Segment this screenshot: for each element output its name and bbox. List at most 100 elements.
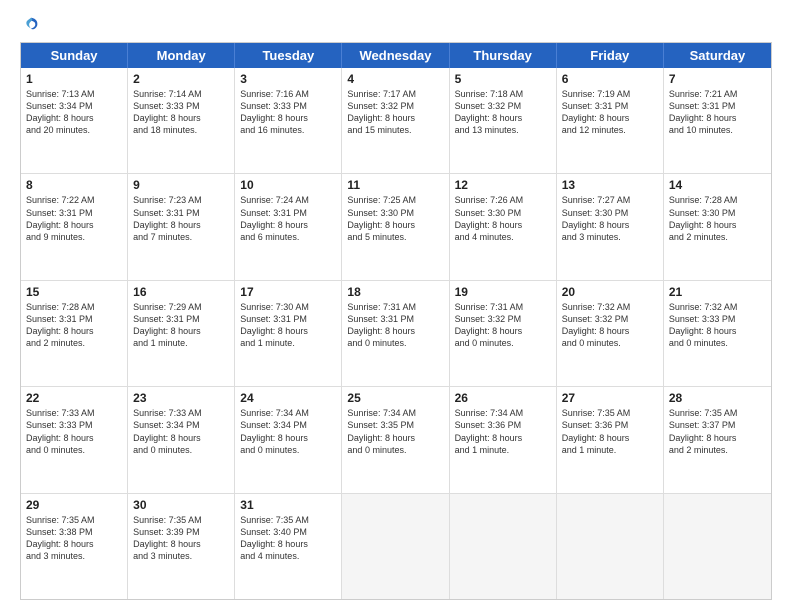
day-number: 10 [240,178,336,192]
calendar-cell: 26 Sunrise: 7:34 AMSunset: 3:36 PMDayligh… [450,387,557,492]
calendar-cell: 18 Sunrise: 7:31 AMSunset: 3:31 PMDayligh… [342,281,449,386]
calendar-cell: 16Sunrise: 7:29 AMSunset: 3:31 PMDayligh… [128,281,235,386]
logo-bird-icon [22,16,40,34]
day-number: 31 [240,498,336,512]
cell-line: Daylight: 8 hours [347,219,443,231]
header-day: Saturday [664,43,771,68]
calendar-cell [342,494,449,599]
cell-line: Sunrise: 7:14 AM [133,88,229,100]
cell-line: Sunrise: 7:31 AM [455,301,551,313]
day-number: 26 [455,391,551,405]
cell-line: and 12 minutes. [562,124,658,136]
cell-line: and 3 minutes. [562,231,658,243]
header-day: Wednesday [342,43,449,68]
cell-line: Sunset: 3:32 PM [455,313,551,325]
calendar-row: 15Sunrise: 7:28 AMSunset: 3:31 PMDayligh… [21,281,771,387]
cell-line: and 1 minute. [455,444,551,456]
day-number: 2 [133,72,229,86]
cell-line: and 0 minutes. [347,337,443,349]
cell-line: Sunset: 3:34 PM [240,419,336,431]
cell-line: Sunset: 3:31 PM [669,100,766,112]
day-number: 18 [347,285,443,299]
cell-line: Daylight: 8 hours [26,538,122,550]
cell-line: and 0 minutes. [26,444,122,456]
cell-line: Sunrise: 7:13 AM [26,88,122,100]
cell-line: Sunset: 3:30 PM [347,207,443,219]
day-number: 24 [240,391,336,405]
cell-line: and 15 minutes. [347,124,443,136]
calendar-cell: 21Sunrise: 7:32 AMSunset: 3:33 PMDayligh… [664,281,771,386]
cell-line: and 20 minutes. [26,124,122,136]
day-number: 22 [26,391,122,405]
cell-line: Sunset: 3:31 PM [26,207,122,219]
cell-line: Sunset: 3:31 PM [26,313,122,325]
cell-line: Sunset: 3:39 PM [133,526,229,538]
cell-line: and 1 minute. [133,337,229,349]
cell-line: Sunset: 3:33 PM [26,419,122,431]
cell-line: Sunset: 3:31 PM [347,313,443,325]
cell-line: and 4 minutes. [455,231,551,243]
cell-line: Sunrise: 7:34 AM [455,407,551,419]
cell-line: Sunset: 3:32 PM [562,313,658,325]
cell-line: Sunrise: 7:16 AM [240,88,336,100]
cell-line: and 6 minutes. [240,231,336,243]
cell-line: and 13 minutes. [455,124,551,136]
cell-line: Sunrise: 7:31 AM [347,301,443,313]
cell-line: Sunset: 3:33 PM [133,100,229,112]
day-number: 23 [133,391,229,405]
day-number: 14 [669,178,766,192]
day-number: 25 [347,391,443,405]
cell-line: and 5 minutes. [347,231,443,243]
calendar-cell: 6Sunrise: 7:19 AMSunset: 3:31 PMDaylight… [557,68,664,173]
cell-line: Daylight: 8 hours [562,325,658,337]
calendar-cell: 3Sunrise: 7:16 AMSunset: 3:33 PMDaylight… [235,68,342,173]
cell-line: Sunrise: 7:21 AM [669,88,766,100]
header [20,16,772,34]
cell-line: Sunrise: 7:34 AM [347,407,443,419]
cell-line: Daylight: 8 hours [240,112,336,124]
cell-line: Daylight: 8 hours [347,325,443,337]
cell-line: Daylight: 8 hours [455,112,551,124]
calendar-header: SundayMondayTuesdayWednesdayThursdayFrid… [21,43,771,68]
day-number: 7 [669,72,766,86]
cell-line: Daylight: 8 hours [562,432,658,444]
cell-line: Sunrise: 7:33 AM [26,407,122,419]
calendar-cell: 8Sunrise: 7:22 AMSunset: 3:31 PMDaylight… [21,174,128,279]
cell-line: Sunset: 3:38 PM [26,526,122,538]
cell-line: and 1 minute. [562,444,658,456]
cell-line: Daylight: 8 hours [26,219,122,231]
day-number: 1 [26,72,122,86]
calendar-cell: 1Sunrise: 7:13 AMSunset: 3:34 PMDaylight… [21,68,128,173]
header-day: Sunday [21,43,128,68]
calendar-row: 29Sunrise: 7:35 AMSunset: 3:38 PMDayligh… [21,494,771,599]
calendar-cell: 12Sunrise: 7:26 AMSunset: 3:30 PMDayligh… [450,174,557,279]
cell-line: and 0 minutes. [669,337,766,349]
calendar-cell: 31Sunrise: 7:35 AMSunset: 3:40 PMDayligh… [235,494,342,599]
calendar-cell: 15Sunrise: 7:28 AMSunset: 3:31 PMDayligh… [21,281,128,386]
cell-line: Daylight: 8 hours [133,432,229,444]
calendar-cell: 10Sunrise: 7:24 AMSunset: 3:31 PMDayligh… [235,174,342,279]
cell-line: Sunset: 3:31 PM [240,207,336,219]
calendar-cell: 9Sunrise: 7:23 AMSunset: 3:31 PMDaylight… [128,174,235,279]
cell-line: and 0 minutes. [455,337,551,349]
cell-line: Sunset: 3:34 PM [133,419,229,431]
day-number: 12 [455,178,551,192]
cell-line: Sunset: 3:35 PM [347,419,443,431]
cell-line: and 4 minutes. [240,550,336,562]
cell-line: Daylight: 8 hours [455,432,551,444]
cell-line: Sunset: 3:40 PM [240,526,336,538]
cell-line: Sunset: 3:32 PM [455,100,551,112]
day-number: 13 [562,178,658,192]
cell-line: Daylight: 8 hours [347,112,443,124]
cell-line: Daylight: 8 hours [133,219,229,231]
calendar-cell: 4Sunrise: 7:17 AMSunset: 3:32 PMDaylight… [342,68,449,173]
cell-line: Sunrise: 7:32 AM [562,301,658,313]
cell-line: Sunset: 3:36 PM [455,419,551,431]
cell-line: Sunrise: 7:28 AM [26,301,122,313]
day-number: 29 [26,498,122,512]
cell-line: Sunset: 3:31 PM [240,313,336,325]
day-number: 16 [133,285,229,299]
cell-line: and 0 minutes. [347,444,443,456]
cell-line: Daylight: 8 hours [562,219,658,231]
cell-line: Sunrise: 7:17 AM [347,88,443,100]
